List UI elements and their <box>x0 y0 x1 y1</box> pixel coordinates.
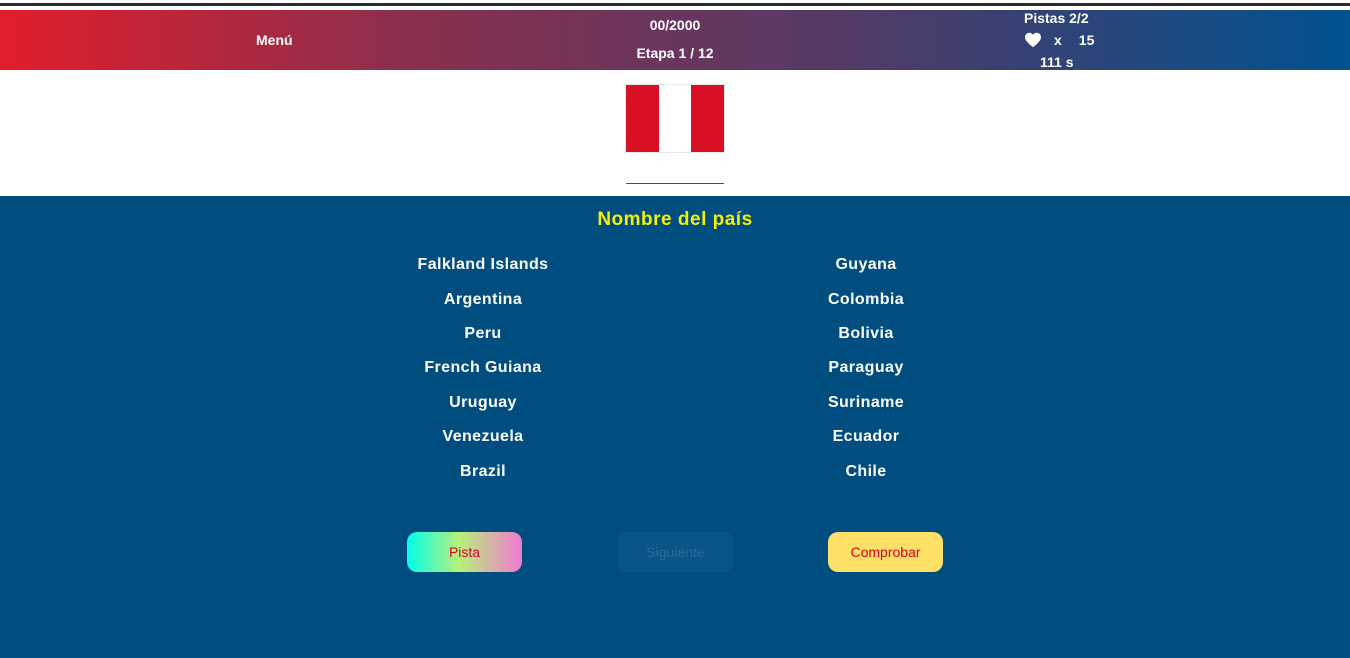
next-button[interactable]: Siguiente <box>618 532 733 572</box>
timer: 111 s <box>1040 54 1074 70</box>
option-left-2[interactable]: Argentina <box>363 291 603 309</box>
option-right-5[interactable]: Suriname <box>746 394 986 412</box>
flag-stripe-red-left <box>626 85 659 152</box>
option-left-5[interactable]: Uruguay <box>363 394 603 412</box>
option-right-6[interactable]: Ecuador <box>746 428 986 446</box>
option-right-4[interactable]: Paraguay <box>746 359 986 377</box>
score-counter: 00/2000 <box>649 17 701 33</box>
option-left-3[interactable]: Peru <box>363 325 603 343</box>
option-left-4[interactable]: French Guiana <box>363 359 603 377</box>
answer-underline <box>626 183 724 184</box>
flag-stripe-red-right <box>691 85 725 152</box>
option-right-7[interactable]: Chile <box>746 463 986 481</box>
game-header: Menú 00/2000 Etapa 1 / 12 Pistas 2/2 x 1… <box>0 10 1350 70</box>
flag-panel <box>0 70 1350 196</box>
lives-count: 15 <box>1078 32 1095 48</box>
country-flag <box>626 85 725 152</box>
option-left-6[interactable]: Venezuela <box>363 428 603 446</box>
option-right-3[interactable]: Bolivia <box>746 325 986 343</box>
flag-stripe-white <box>658 85 692 152</box>
lives-counter: x 15 <box>1024 32 1094 48</box>
option-left-7[interactable]: Brazil <box>363 463 603 481</box>
question-title: Nombre del país <box>597 209 753 230</box>
heart-icon <box>1024 32 1042 48</box>
option-right-2[interactable]: Colombia <box>746 291 986 309</box>
top-border <box>0 0 1350 10</box>
lives-multiplier: x <box>1054 32 1062 48</box>
stage-indicator: Etapa 1 / 12 <box>636 45 714 61</box>
hint-button[interactable]: Pista <box>407 532 522 572</box>
option-left-1[interactable]: Falkland Islands <box>363 256 603 274</box>
check-button[interactable]: Comprobar <box>828 532 943 572</box>
hints-counter: Pistas 2/2 <box>1024 10 1089 26</box>
option-right-1[interactable]: Guyana <box>746 256 986 274</box>
